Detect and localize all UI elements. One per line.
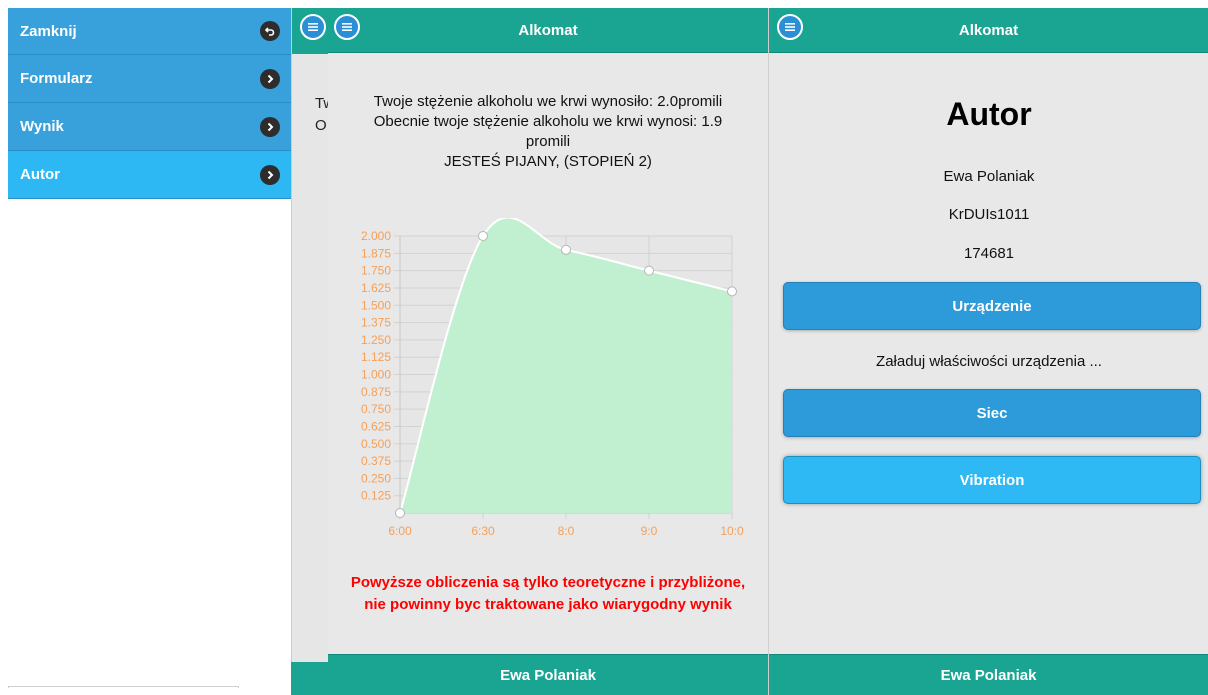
page-header: Alkomat: [769, 8, 1208, 53]
menu-item-wynik[interactable]: Wynik: [8, 103, 292, 151]
menu-item-label: Wynik: [20, 118, 64, 135]
chevron-right-icon: [260, 68, 280, 89]
author-login: KrDUIs1011: [948, 206, 1030, 223]
device-properties-text: Załaduj właściwości urządzenia ...: [876, 353, 1102, 370]
chart-y-tick-label: 0.875: [361, 385, 391, 399]
chart-data-point: [478, 231, 488, 241]
chart-y-tick-label: 2.000: [361, 229, 391, 243]
chart-y-tick-label: 1.375: [361, 316, 391, 330]
author-number: 174681: [963, 245, 1015, 262]
menu-bottom-edge: [8, 686, 239, 688]
menu-icon: [308, 23, 318, 31]
menu-item-label: Formularz: [20, 70, 93, 87]
alcohol-chart-svg: 0.125 0.250 0.375 0.500 0.625 0.750 0.875 1.000…: [361, 216, 744, 538]
current-concentration-text: Obecnie twoje stężenie alkoholu we krwi …: [373, 113, 723, 130]
page-header: Alkomat: [328, 8, 768, 53]
menu-item-formularz[interactable]: Formularz: [8, 55, 292, 103]
page-footer: Ewa Polaniak: [769, 654, 1208, 695]
chart-y-tick-label: 1.500: [361, 298, 391, 312]
chart-y-tick-label: 1.625: [361, 281, 391, 295]
shifted-page-text: O: [315, 117, 327, 134]
chart-y-tick-label: 1.125: [361, 350, 391, 364]
chart-x-tick-label: 6:00: [388, 524, 412, 538]
screen: Zamknij Formularz Wynik Autor Tw O Alkom…: [0, 0, 1208, 695]
menu-item-label: Autor: [20, 166, 60, 183]
chart-x-tick-label: 6:30: [471, 524, 495, 538]
menu-button[interactable]: [777, 14, 803, 40]
chevron-right-icon: [260, 164, 280, 185]
chart-y-tick-label: 0.750: [361, 402, 391, 416]
chart-y-tick-label: 0.625: [361, 419, 391, 433]
footer-author: Ewa Polaniak: [500, 666, 596, 684]
side-menu: Zamknij Formularz Wynik Autor: [8, 8, 292, 199]
vibration-button[interactable]: Vibration: [783, 456, 1201, 504]
initial-concentration-text: Twoje stężenie alkoholu we krwi wynosiło…: [373, 93, 723, 110]
page-title: Alkomat: [518, 21, 578, 39]
chart-x-tick-label: 8:0: [558, 524, 575, 538]
menu-item-autor[interactable]: Autor: [8, 151, 292, 199]
network-button[interactable]: Siec: [783, 389, 1201, 437]
menu-item-zamknij[interactable]: Zamknij: [8, 8, 292, 55]
chart-y-tick-label: 1.000: [361, 368, 391, 382]
device-button[interactable]: Urządzenie: [783, 282, 1201, 330]
chart-data-point: [395, 508, 405, 518]
chart-data-point: [561, 244, 571, 255]
author-name: Ewa Polaniak: [943, 168, 1035, 185]
chart-y-tick-label: 0.500: [361, 437, 391, 451]
chart-y-tick-label: 0.250: [361, 471, 391, 485]
chart-x-tick-label: 9:0: [641, 524, 658, 538]
undo-icon: [260, 21, 280, 41]
menu-icon: [342, 23, 352, 31]
disclaimer-text: Powyższe obliczenia są tylko teoretyczne…: [350, 574, 746, 613]
menu-icon: [785, 23, 795, 31]
status-text: JESTEŚ PIJANY, (STOPIEŃ 2): [444, 153, 652, 170]
chevron-right-icon: [260, 116, 280, 137]
alcohol-chart: 0.125 0.250 0.375 0.500 0.625 0.750 0.875 1.000…: [348, 216, 753, 553]
page-footer: Ewa Polaniak: [328, 654, 768, 695]
chart-y-tick-label: 1.250: [361, 333, 391, 347]
menu-button[interactable]: [300, 14, 326, 40]
chart-data-point: [727, 286, 737, 297]
chart-y-tick-label: 0.375: [361, 454, 391, 468]
page-title: Alkomat: [958, 21, 1019, 39]
chart-data-point: [644, 265, 654, 276]
chart-x-tick-label: 10:0: [720, 524, 744, 538]
menu-item-label: Zamknij: [20, 22, 77, 40]
footer-author: Ewa Polaniak: [940, 666, 1037, 684]
chart-y-tick-label: 1.875: [361, 246, 391, 260]
shifted-page-footer: [291, 662, 331, 695]
current-concentration-unit: promili: [525, 133, 571, 150]
chart-y-tick-label: 1.750: [361, 264, 391, 278]
chart-y-tick-label: 0.125: [361, 489, 391, 503]
author-heading: Autor: [946, 96, 1032, 132]
menu-button[interactable]: [334, 14, 360, 40]
author-page: Alkomat Autor Ewa Polaniak KrDUIs1011 17…: [768, 8, 1208, 695]
result-page: Alkomat Twoje stężenie alkoholu we krwi …: [328, 8, 768, 695]
